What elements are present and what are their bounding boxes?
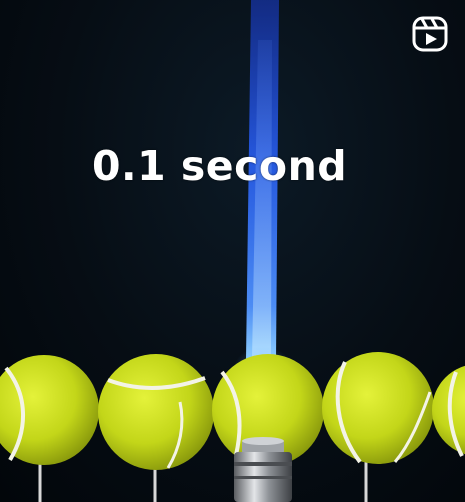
tennis-ball-2 [98, 354, 214, 470]
torch-nozzle [234, 437, 292, 502]
tennis-ball-5 [432, 365, 465, 457]
torch-flame [233, 0, 293, 398]
ball-sticks [38, 460, 368, 502]
video-caption: 0.1 second [92, 142, 348, 190]
reel-video-frame[interactable]: 0.1 second [0, 0, 465, 502]
reels-icon[interactable] [412, 16, 448, 52]
tennis-ball-1 [0, 355, 99, 465]
tennis-ball-4 [322, 352, 434, 464]
video-scene [0, 0, 465, 502]
